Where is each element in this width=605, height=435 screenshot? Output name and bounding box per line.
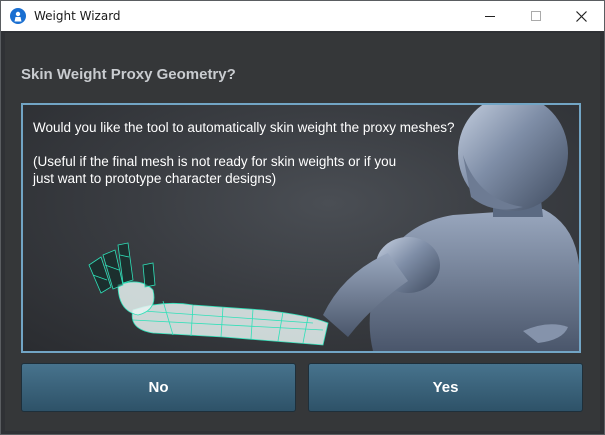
title-bar[interactable]: Weight Wizard (1, 1, 604, 31)
weight-wizard-window: Weight Wizard Skin Weight Proxy Geometry… (0, 0, 605, 435)
window-title: Weight Wizard (34, 9, 121, 23)
info-panel: Would you like the tool to automatically… (21, 103, 581, 353)
maximize-button[interactable] (513, 1, 559, 31)
no-button[interactable]: No (21, 363, 296, 412)
close-button[interactable] (558, 1, 604, 31)
minimize-icon (485, 16, 495, 17)
dialog-message: Would you like the tool to automatically… (33, 120, 455, 186)
dialog-content: Skin Weight Proxy Geometry? Would you li… (5, 33, 600, 431)
app-icon (10, 8, 26, 24)
close-icon (575, 10, 587, 22)
maximize-icon (531, 11, 541, 21)
wireframe-arm (88, 242, 329, 346)
yes-button[interactable]: Yes (308, 363, 583, 412)
dialog-heading: Skin Weight Proxy Geometry? (21, 66, 236, 83)
minimize-button[interactable] (467, 1, 513, 31)
